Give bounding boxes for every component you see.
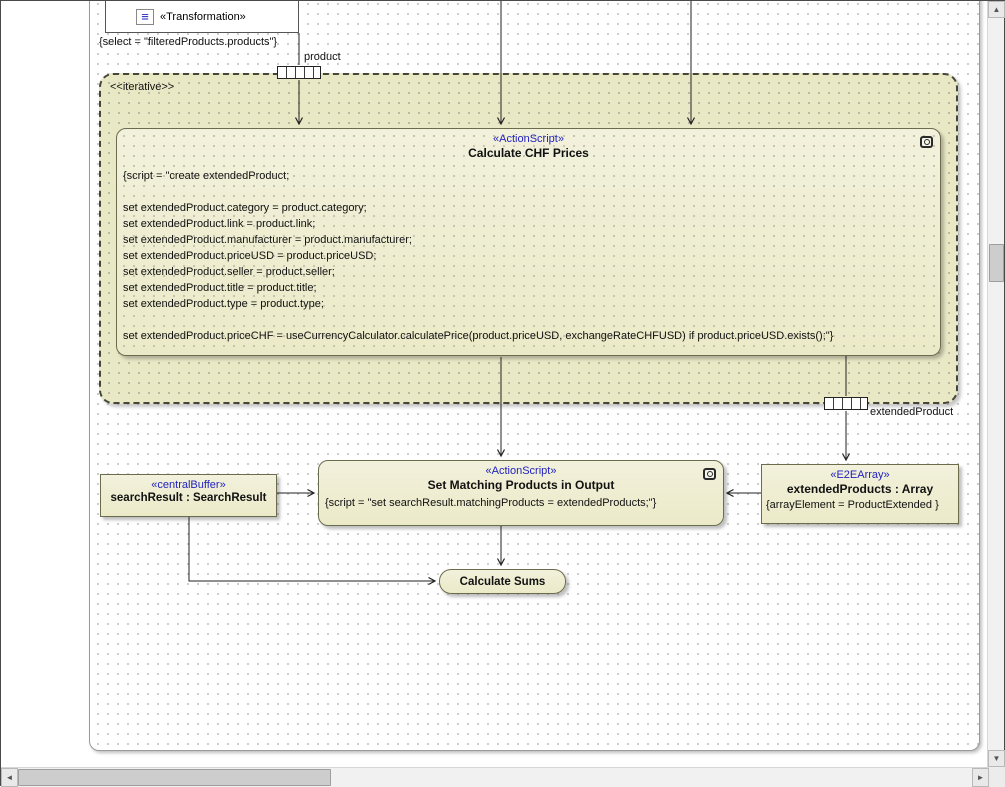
e2e-array-stereotype: «E2EArray»	[762, 465, 958, 481]
e2e-array-name: extendedProducts : Array	[762, 481, 958, 496]
transformation-stereotype: «Transformation»	[160, 11, 246, 23]
set-matching-title: Set Matching Products in Output	[319, 477, 723, 492]
calc-chf-action[interactable]: «ActionScript» Calculate CHF Prices {scr…	[116, 128, 941, 356]
extended-product-pin-label: extendedProduct	[870, 406, 953, 418]
e2e-array-constraint: {arrayElement = ProductExtended }	[762, 496, 958, 511]
search-result-buffer[interactable]: «centralBuffer» searchResult : SearchRes…	[100, 474, 277, 517]
product-pin-label: product	[304, 51, 341, 63]
set-matching-script: {script = "set searchResult.matchingProd…	[319, 492, 723, 511]
product-expansion-node[interactable]	[277, 66, 321, 79]
calculate-sums-label: Calculate Sums	[460, 576, 546, 588]
calculate-sums-action[interactable]: Calculate Sums	[439, 569, 566, 594]
scroll-left-button[interactable]: ◄	[1, 768, 18, 787]
script-action-icon	[920, 136, 933, 148]
calc-chf-stereotype: «ActionScript»	[117, 129, 940, 145]
script-action-icon	[703, 468, 716, 480]
scroll-up-button[interactable]: ▲	[988, 1, 1005, 18]
horizontal-scrollbar[interactable]: ◄ ►	[1, 767, 989, 787]
scroll-down-button[interactable]: ▼	[988, 750, 1005, 767]
calc-chf-script: {script = "create extendedProduct; set e…	[117, 160, 940, 344]
region-stereotype: <<iterative>>	[110, 81, 174, 93]
extended-products-array[interactable]: «E2EArray» extendedProducts : Array {arr…	[761, 464, 959, 524]
transformation-node[interactable]: ≡ «Transformation»	[105, 1, 299, 33]
set-matching-action[interactable]: «ActionScript» Set Matching Products in …	[318, 460, 724, 526]
scroll-right-button[interactable]: ►	[972, 768, 989, 787]
set-matching-stereotype: «ActionScript»	[319, 461, 723, 477]
extended-product-expansion-node[interactable]	[824, 397, 868, 410]
central-buffer-stereotype: «centralBuffer»	[101, 475, 276, 491]
transformation-icon: ≡	[136, 9, 154, 25]
vertical-scroll-thumb[interactable]	[989, 244, 1004, 282]
diagram-window: ≡ «Transformation» {select = "filteredPr…	[0, 0, 1005, 786]
horizontal-scroll-thumb[interactable]	[18, 769, 331, 786]
select-constraint-label: {select = "filteredProducts.products"}	[99, 36, 277, 48]
calc-chf-title: Calculate CHF Prices	[117, 145, 940, 160]
central-buffer-name: searchResult : SearchResult	[101, 491, 276, 504]
scrollbar-corner	[989, 767, 1005, 787]
diagram-canvas[interactable]: ≡ «Transformation» {select = "filteredPr…	[1, 1, 989, 767]
vertical-scrollbar[interactable]: ▲ ▼	[987, 1, 1004, 767]
